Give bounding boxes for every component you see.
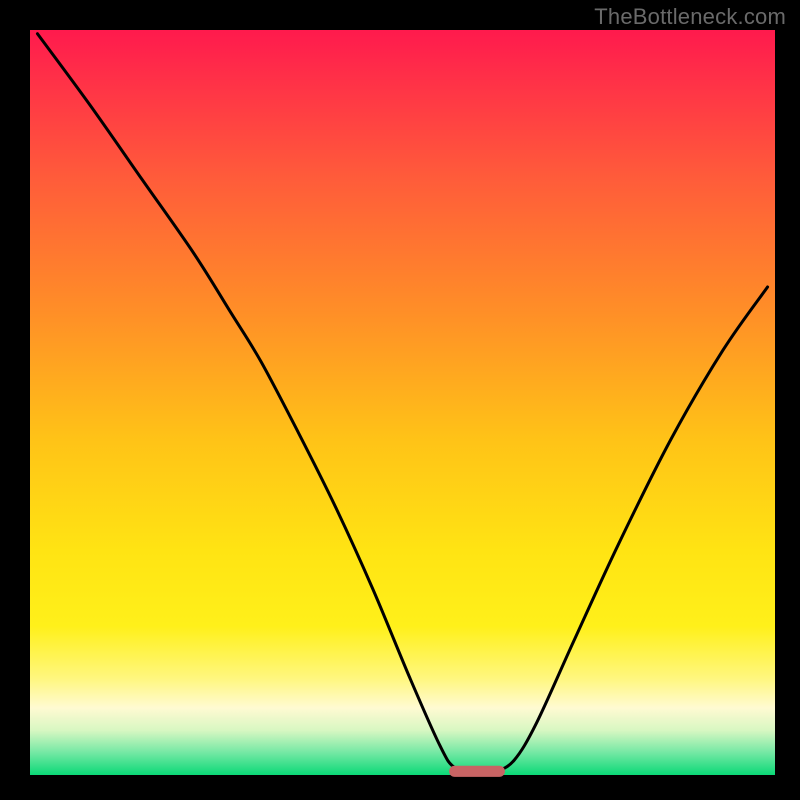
optimal-marker bbox=[449, 766, 505, 777]
bottleneck-chart bbox=[0, 0, 800, 800]
watermark-text: TheBottleneck.com bbox=[594, 4, 786, 30]
chart-container: TheBottleneck.com bbox=[0, 0, 800, 800]
